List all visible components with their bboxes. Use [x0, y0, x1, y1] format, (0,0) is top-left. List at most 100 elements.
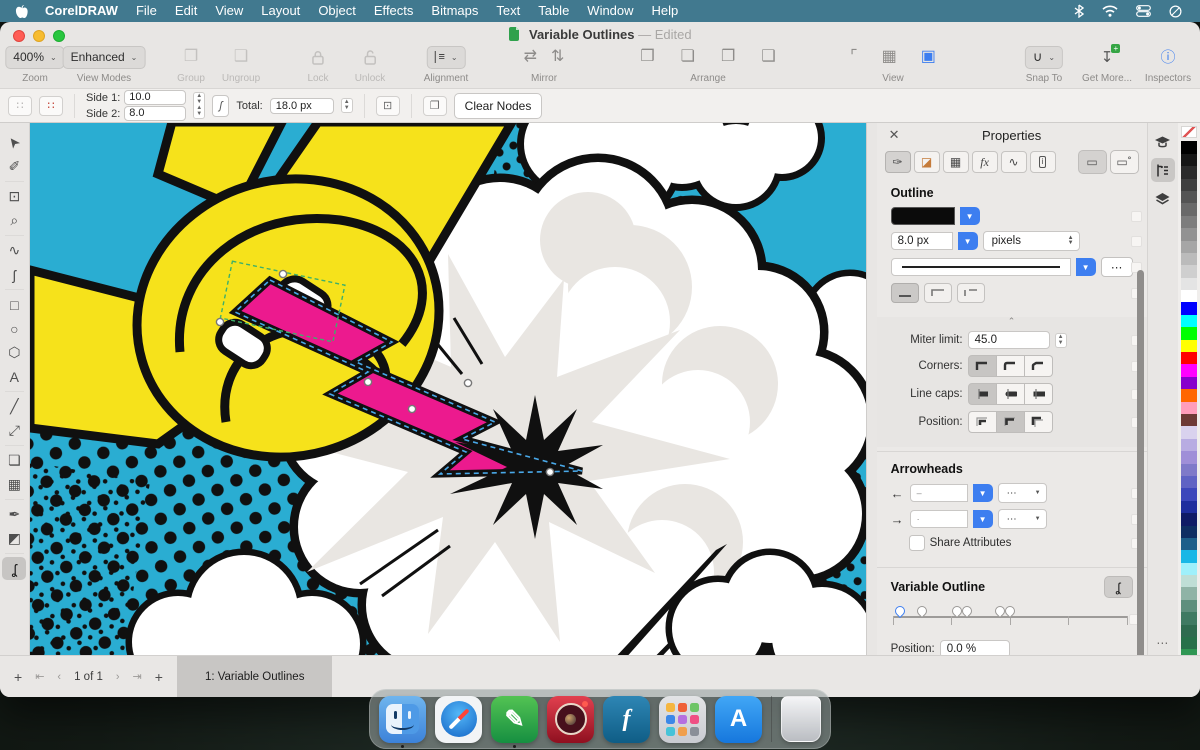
alignment-dropdown[interactable]: ≡ ⌄: [426, 45, 466, 69]
mirror-horizontal-icon[interactable]: ⇄: [524, 49, 537, 65]
color-swatch[interactable]: [1181, 413, 1198, 427]
color-swatch[interactable]: [1181, 240, 1198, 253]
dock-launchpad[interactable]: [659, 695, 706, 743]
shape-tool[interactable]: ✐: [2, 155, 26, 178]
line-style-behind-button[interactable]: [923, 283, 952, 303]
anchor-options-icon[interactable]: ⊡: [375, 95, 400, 116]
add-page-left-button[interactable]: +: [14, 669, 22, 685]
menu-table[interactable]: Table: [529, 3, 578, 18]
color-swatch[interactable]: [1181, 190, 1198, 204]
grid-icon[interactable]: ▦: [882, 49, 897, 65]
mesh-fill-tool[interactable]: ▦: [2, 473, 26, 496]
back-one-icon[interactable]: ❑: [761, 49, 775, 65]
freehand-tool[interactable]: ∿: [2, 239, 26, 262]
to-front-icon[interactable]: ❒: [640, 49, 654, 65]
tab-effects[interactable]: fx: [971, 151, 998, 173]
miter-stepper[interactable]: ▲ ▼: [1054, 332, 1067, 348]
menu-text[interactable]: Text: [487, 3, 529, 18]
rectangle-tool[interactable]: □: [2, 293, 26, 316]
outline-width-dropdown[interactable]: ▼: [957, 232, 978, 250]
page-tab[interactable]: 1: Variable Outlines: [176, 656, 333, 697]
objects-inspector-icon[interactable]: [1151, 186, 1175, 210]
color-swatch[interactable]: [1181, 587, 1198, 600]
color-swatch[interactable]: [1181, 327, 1198, 340]
color-swatch[interactable]: [1181, 376, 1198, 390]
color-swatch[interactable]: [1181, 550, 1198, 563]
clear-nodes-button[interactable]: Clear Nodes: [453, 92, 543, 119]
color-swatch[interactable]: [1181, 166, 1198, 179]
page-border-icon[interactable]: ▣: [921, 49, 936, 65]
properties-inspector-icon[interactable]: [1150, 158, 1175, 182]
group-button[interactable]: ❐ Group: [177, 44, 205, 85]
dock-coreldraw[interactable]: ✎: [491, 695, 538, 748]
color-swatch[interactable]: [1181, 141, 1198, 154]
color-swatch[interactable]: [1181, 637, 1198, 650]
dock-photo-paint[interactable]: [547, 695, 594, 743]
corner-miter-button[interactable]: [967, 355, 997, 377]
total-stepper[interactable]: ▲ ▼: [340, 98, 353, 113]
color-swatch[interactable]: [1181, 575, 1198, 588]
color-swatch[interactable]: [1181, 562, 1198, 576]
tab-fill[interactable]: ◪: [913, 151, 940, 173]
drawing-canvas[interactable]: [29, 122, 866, 678]
color-swatch[interactable]: [1181, 389, 1198, 402]
unlock-button[interactable]: Unlock: [355, 44, 385, 84]
color-swatch[interactable]: [1181, 364, 1198, 377]
tab-curve[interactable]: ∿: [1000, 151, 1027, 173]
delete-width-node-icon[interactable]: ∷: [39, 95, 63, 116]
position-inside-button[interactable]: [967, 411, 997, 433]
color-swatch[interactable]: [1181, 500, 1198, 514]
dock-font-manager[interactable]: f: [603, 695, 650, 743]
get-more-button[interactable]: ↧ + Get More...: [1082, 44, 1132, 84]
add-page-button[interactable]: +: [155, 669, 163, 685]
pen-tool[interactable]: ʃ: [2, 263, 26, 286]
line-tool[interactable]: ╱: [2, 395, 26, 418]
arrow-end-dropdown[interactable]: ▼: [972, 510, 993, 528]
menu-view[interactable]: View: [206, 3, 252, 18]
tab-outline-pen[interactable]: ✑: [884, 151, 911, 173]
line-style-scale-button[interactable]: [956, 283, 985, 303]
dock-trash[interactable]: [781, 696, 821, 742]
ellipse-tool[interactable]: ○: [2, 317, 26, 340]
mirror-vertical-icon[interactable]: ⇅: [551, 49, 564, 65]
snap-to-dropdown[interactable]: ∪ ⌄: [1024, 45, 1064, 69]
rulers-icon[interactable]: ⌜: [850, 49, 858, 65]
copy-properties-icon[interactable]: ❐: [422, 95, 447, 116]
collapse-chevron-icon[interactable]: ⌃: [877, 317, 1147, 326]
color-swatch[interactable]: [1181, 438, 1198, 452]
dock-app-store[interactable]: A: [715, 695, 762, 743]
menu-coreldraw[interactable]: CorelDRAW: [36, 3, 127, 18]
total-input[interactable]: 18.0 px: [269, 97, 334, 114]
polygon-tool[interactable]: ⬡: [2, 341, 26, 364]
color-swatch[interactable]: [1181, 463, 1198, 476]
menu-layout[interactable]: Layout: [252, 3, 309, 18]
frame-preview-button[interactable]: ▭˚: [1109, 150, 1139, 174]
ungroup-button[interactable]: ❑ Ungroup: [222, 44, 260, 85]
arrow-start-dropdown[interactable]: ▼: [972, 484, 993, 502]
inspectors-button[interactable]: ⓘ Inspectors: [1145, 44, 1191, 85]
dock-finder[interactable]: [379, 695, 426, 748]
color-swatch[interactable]: [1181, 203, 1198, 216]
view-modes-dropdown[interactable]: Enhanced ⌄: [62, 45, 146, 69]
corner-bevel-button[interactable]: [1024, 355, 1053, 377]
color-swatch[interactable]: [1181, 178, 1198, 191]
corner-round-button[interactable]: [996, 355, 1025, 377]
color-swatch[interactable]: [1181, 513, 1198, 526]
cap-square-button[interactable]: [1024, 383, 1053, 405]
position-center-button[interactable]: [996, 411, 1025, 433]
bluetooth-icon[interactable]: [1074, 4, 1084, 18]
pick-tool[interactable]: ➤: [2, 131, 26, 154]
next-page-icon[interactable]: ›: [116, 671, 120, 683]
color-swatch[interactable]: [1181, 451, 1198, 464]
link-sides-button[interactable]: ʃ: [212, 94, 230, 117]
dimension-tool[interactable]: ⤢: [2, 419, 26, 442]
line-style-default-button[interactable]: [890, 283, 919, 303]
crop-tool[interactable]: ⊡: [2, 185, 26, 208]
first-page-icon[interactable]: ⇤: [35, 670, 44, 683]
miter-input[interactable]: 45.0: [967, 331, 1050, 349]
learn-icon[interactable]: [1151, 130, 1175, 154]
text-tool[interactable]: A: [2, 365, 26, 388]
side1-input[interactable]: 10.0: [124, 90, 187, 105]
clock-icon[interactable]: [1169, 5, 1182, 18]
fill-tool[interactable]: ◩: [2, 527, 26, 550]
